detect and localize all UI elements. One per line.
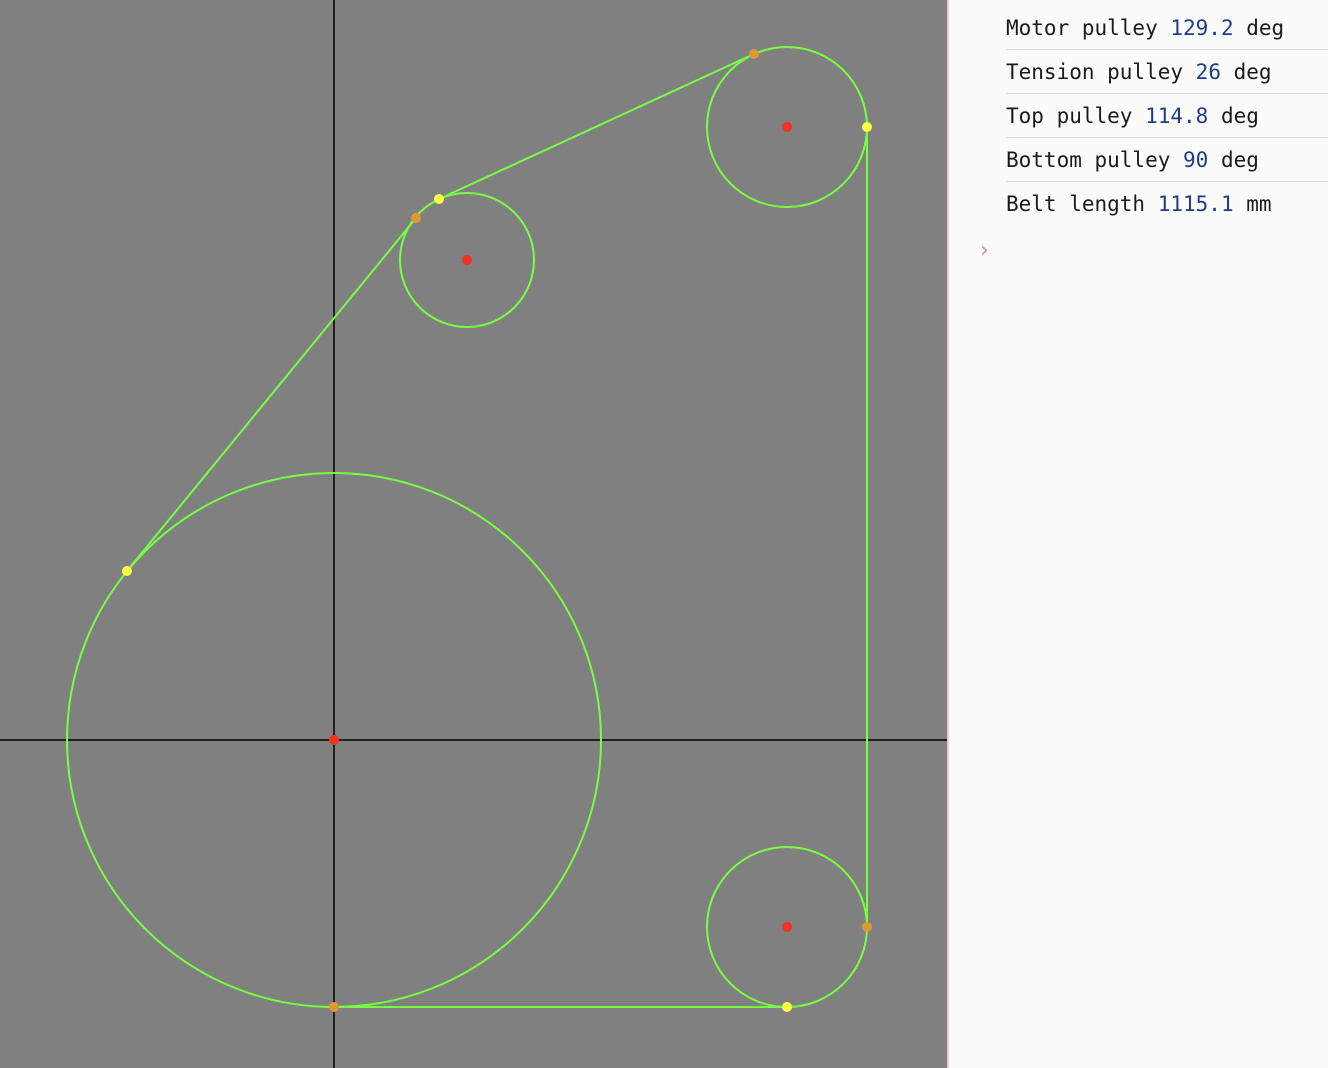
- belt-segment-motor-tension: [126, 217, 417, 572]
- tangent-point-start: [434, 194, 444, 204]
- readout-label: Tension pulley: [1006, 60, 1184, 84]
- readout-unit: deg: [1246, 16, 1285, 40]
- tangent-point-start: [862, 122, 872, 132]
- tangent-point-end: [749, 49, 759, 59]
- readout-row-motor-pulley: Motor pulley 129.2 deg: [1006, 6, 1328, 50]
- readout-label: Motor pulley: [1006, 16, 1158, 40]
- readout-label: Bottom pulley: [1006, 148, 1171, 172]
- readout-label: Top pulley: [1006, 104, 1133, 128]
- readout-row-bottom-pulley: Bottom pulley 90 deg: [1006, 138, 1328, 182]
- readout-unit: deg: [1220, 104, 1259, 128]
- readout-row-belt-length: Belt length 1115.1 mm: [1006, 182, 1328, 225]
- readout-label: Belt length: [1006, 192, 1146, 216]
- readout-value: 1115.1: [1157, 192, 1234, 216]
- bottom-center-point[interactable]: [782, 922, 792, 932]
- readout-value: 114.8: [1145, 104, 1209, 128]
- readout-value: 90: [1183, 148, 1209, 172]
- readout-panel: Motor pulley 129.2 deg Tension pulley 26…: [1006, 6, 1328, 225]
- tangent-point-end: [862, 922, 872, 932]
- readout-unit: mm: [1246, 192, 1272, 216]
- tangent-point-start: [122, 566, 132, 576]
- belt-drawing: [0, 0, 947, 1068]
- readout-unit: deg: [1220, 148, 1259, 172]
- top-center-point[interactable]: [782, 122, 792, 132]
- drawing-canvas[interactable]: [0, 0, 947, 1068]
- console-prompt-chevron-icon[interactable]: ›: [980, 238, 989, 263]
- readout-value: 26: [1195, 60, 1221, 84]
- pane-divider[interactable]: [947, 0, 949, 1068]
- readout-unit: deg: [1233, 60, 1272, 84]
- tangent-point-end: [411, 213, 421, 223]
- readout-value: 129.2: [1170, 16, 1234, 40]
- readout-row-top-pulley: Top pulley 114.8 deg: [1006, 94, 1328, 138]
- tension-center-point[interactable]: [462, 255, 472, 265]
- readout-row-tension-pulley: Tension pulley 26 deg: [1006, 50, 1328, 94]
- tangent-point-start: [782, 1002, 792, 1012]
- tangent-point-end: [329, 1002, 339, 1012]
- motor-center-point[interactable]: [329, 735, 339, 745]
